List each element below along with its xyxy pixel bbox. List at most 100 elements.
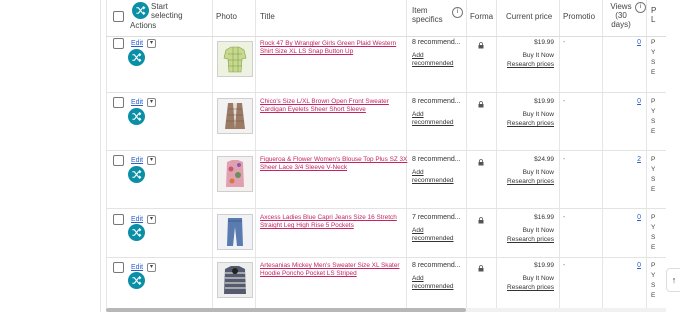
edit-link[interactable]: Edit <box>131 99 143 106</box>
format-header[interactable]: Forma <box>470 12 493 21</box>
last-column-header[interactable]: P L <box>651 6 661 24</box>
views-header[interactable]: Views (30 days) <box>606 2 636 29</box>
research-prices-link[interactable]: Research prices <box>500 120 554 127</box>
research-prices-link[interactable]: Research prices <box>500 61 554 68</box>
row-divider <box>106 150 666 151</box>
add-recommended-link[interactable]: Add recommended <box>412 52 454 68</box>
views-count-link[interactable]: 0 <box>631 98 641 105</box>
shuffle-icon[interactable] <box>128 272 145 289</box>
add-recommended-link[interactable]: Add recommended <box>412 169 454 185</box>
chevron-down-icon[interactable]: ▾ <box>147 98 156 107</box>
item-photo[interactable] <box>217 41 253 77</box>
current-price: $16.99 <box>534 214 554 221</box>
listing-format: Buy It Now <box>522 52 554 59</box>
row-checkbox[interactable] <box>113 97 124 108</box>
col-divider <box>559 0 560 312</box>
shuffle-icon[interactable] <box>128 108 145 125</box>
edit-link[interactable]: Edit <box>131 40 143 47</box>
current-price: $24.99 <box>534 156 554 163</box>
edit-link[interactable]: Edit <box>131 216 143 223</box>
add-recommended-link[interactable]: Add recommended <box>412 227 454 243</box>
item-title-link[interactable]: Axcess Ladies Blue Capri Jeans Size 16 S… <box>260 214 408 230</box>
promotion-value: - <box>563 39 566 46</box>
item-specifics-header[interactable]: Item specifics <box>412 6 446 24</box>
col-divider <box>646 0 647 312</box>
item-photo[interactable] <box>217 98 253 134</box>
col-divider <box>496 0 497 312</box>
table-header: Start selecting Actions Photo Title Item… <box>106 0 666 37</box>
photo-header: Photo <box>216 12 237 21</box>
shuffle-icon[interactable] <box>132 2 149 19</box>
col-divider <box>602 0 603 312</box>
views-count-link[interactable]: 0 <box>631 262 641 269</box>
chevron-down-icon[interactable]: ▾ <box>147 215 156 224</box>
info-icon[interactable]: i <box>452 7 463 18</box>
item-photo[interactable] <box>217 156 253 192</box>
promotion-value: - <box>563 214 566 221</box>
views-count-link[interactable]: 0 <box>631 39 641 46</box>
row-checkbox[interactable] <box>113 262 124 273</box>
horizontal-scrollbar[interactable] <box>106 308 666 312</box>
views-count-link[interactable]: 2 <box>631 156 641 163</box>
row-divider <box>106 208 666 209</box>
research-prices-link[interactable]: Research prices <box>500 284 554 291</box>
info-icon[interactable]: i <box>635 2 646 13</box>
item-specifics-count: 8 recommend... <box>412 98 461 105</box>
item-title-link[interactable]: Rock 47 By Wrangler Girls Green Plaid We… <box>260 40 408 56</box>
promotion-value: - <box>563 262 566 269</box>
listing-format: Buy It Now <box>522 111 554 118</box>
scrollbar-thumb[interactable] <box>106 308 466 312</box>
lock-icon <box>478 42 484 49</box>
research-prices-link[interactable]: Research prices <box>500 178 554 185</box>
col-divider <box>106 0 107 312</box>
actions-header: Actions <box>130 21 157 30</box>
add-recommended-link[interactable]: Add recommended <box>412 111 454 127</box>
row-checkbox[interactable] <box>113 214 124 225</box>
scroll-to-top-button[interactable]: ↑ <box>666 268 680 292</box>
research-prices-link[interactable]: Research prices <box>500 236 554 243</box>
item-photo[interactable] <box>217 262 253 298</box>
chevron-down-icon[interactable]: ▾ <box>147 156 156 165</box>
edit-link[interactable]: Edit <box>131 264 143 271</box>
item-title-link[interactable]: Figueroa & Flower Women's Blouse Top Plu… <box>260 156 408 172</box>
left-sidebar <box>0 0 101 312</box>
row-checkbox[interactable] <box>113 155 124 166</box>
col-divider <box>212 0 213 312</box>
listing-format: Buy It Now <box>522 275 554 282</box>
current-price-header[interactable]: Current price <box>506 12 552 21</box>
listing-format: Buy It Now <box>522 169 554 176</box>
listing-format: Buy It Now <box>522 227 554 234</box>
promotion-value: - <box>563 98 566 105</box>
shuffle-icon[interactable] <box>128 224 145 241</box>
row-divider <box>106 92 666 93</box>
chevron-down-icon[interactable]: ▾ <box>147 263 156 272</box>
item-title-link[interactable]: Chico's Size L/XL Brown Open Front Sweat… <box>260 98 408 114</box>
col-divider <box>255 0 256 312</box>
item-specifics-count: 8 recommend... <box>412 262 461 269</box>
shuffle-icon[interactable] <box>128 166 145 183</box>
truncated-column: PYSE <box>651 156 656 193</box>
item-title-link[interactable]: Artesanias Mickey Men's Sweater Size XL … <box>260 262 408 278</box>
item-specifics-count: 8 recommend... <box>412 39 461 46</box>
item-specifics-count: 8 recommend... <box>412 156 461 163</box>
row-divider <box>106 257 666 258</box>
lock-icon <box>478 265 484 272</box>
truncated-column: PYSE <box>651 214 656 251</box>
start-selecting-label[interactable]: Start selecting <box>151 2 191 20</box>
title-header[interactable]: Title <box>260 12 275 21</box>
chevron-down-icon[interactable]: ▾ <box>147 39 156 48</box>
row-checkbox[interactable] <box>113 38 124 49</box>
views-count-link[interactable]: 0 <box>631 214 641 221</box>
lock-icon <box>478 101 484 108</box>
item-photo[interactable] <box>217 214 253 250</box>
promotion-header[interactable]: Promotio <box>563 12 595 21</box>
add-recommended-link[interactable]: Add recommended <box>412 275 454 291</box>
lock-icon <box>478 159 484 166</box>
truncated-column: PYSE <box>651 98 656 135</box>
listings-table: Start selecting Actions Photo Title Item… <box>106 0 666 312</box>
current-price: $19.99 <box>534 262 554 269</box>
select-all-checkbox[interactable] <box>113 11 124 22</box>
truncated-column: PYSE <box>651 262 656 299</box>
edit-link[interactable]: Edit <box>131 157 143 164</box>
shuffle-icon[interactable] <box>128 49 145 66</box>
